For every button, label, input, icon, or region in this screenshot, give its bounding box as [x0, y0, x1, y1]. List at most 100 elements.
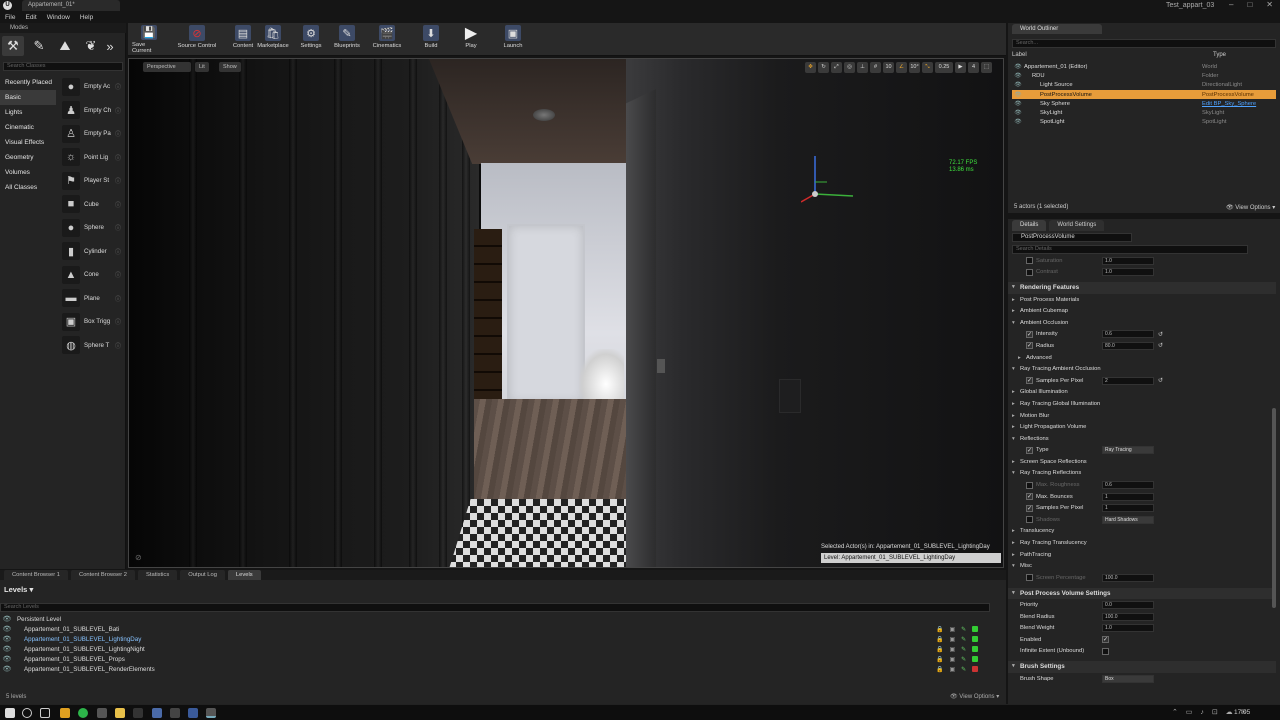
collapse-arrow-icon[interactable]: ▾ — [1012, 470, 1020, 476]
lit-button[interactable]: Lit — [195, 62, 209, 72]
eye-icon[interactable]: 👁 — [1012, 82, 1024, 88]
app-icon[interactable] — [133, 708, 143, 718]
tab-statistics[interactable]: Statistics — [138, 570, 178, 580]
level-row[interactable]: 👁 Appartement_01_SUBLEVEL_RenderElements 🔒… — [0, 664, 1006, 674]
expand-arrow-icon[interactable]: ▸ — [1012, 401, 1020, 407]
eye-icon[interactable]: 👁 — [1012, 92, 1024, 98]
lock-icon[interactable]: 🔒 — [936, 636, 943, 643]
levels-menu[interactable]: Levels ▾ — [4, 585, 33, 594]
property-value-input[interactable]: 2 — [1102, 376, 1154, 385]
content-button[interactable]: ▤ Content — [226, 25, 260, 54]
menu-help[interactable]: Help — [80, 12, 93, 23]
levels-view-options-button[interactable]: 👁 View Options ▾ — [950, 693, 999, 700]
property-checkbox[interactable] — [1102, 647, 1109, 655]
cinematics-button[interactable]: 🎬 Cinematics — [370, 25, 404, 54]
details-group[interactable]: ▸ Screen Space Reflections — [1008, 456, 1276, 468]
outliner-row[interactable]: 👁 Sky Sphere Edit BP_Sky_Sphere — [1012, 99, 1276, 108]
modes-tab[interactable]: Modes — [0, 23, 126, 33]
override-checkbox[interactable] — [1026, 268, 1033, 276]
marketplace-button[interactable]: 🛍 Marketplace — [256, 25, 290, 54]
details-group[interactable]: ▸ Global Illumination — [1008, 387, 1276, 399]
search-classes-input[interactable]: Search Classes — [3, 62, 123, 71]
search-icon[interactable] — [22, 708, 32, 718]
info-icon[interactable]: ⓘ — [115, 317, 121, 326]
override-checkbox[interactable]: ✓ — [1026, 377, 1033, 385]
save-icon[interactable]: ▣ — [949, 636, 955, 643]
surface-snap-icon[interactable]: ⊥ — [857, 62, 868, 73]
tab-content-browser-1[interactable]: Content Browser 1 — [4, 570, 69, 580]
property-value-input[interactable]: 1 — [1102, 492, 1154, 501]
unreal-logo-icon[interactable]: U — [3, 1, 12, 10]
more-modes-icon[interactable]: » — [106, 36, 114, 56]
property-value-input[interactable]: 1 — [1102, 504, 1154, 513]
level-color-swatch[interactable] — [972, 655, 979, 662]
level-row[interactable]: 👁 Persistent Level — [0, 614, 1006, 624]
column-label[interactable]: Label — [1012, 52, 1027, 61]
actor-type[interactable]: Edit BP_Sky_Sphere — [1202, 101, 1256, 107]
outliner-row[interactable]: 👁 SkyLight SkyLight — [1012, 108, 1276, 117]
level-color-swatch[interactable] — [972, 625, 979, 632]
expand-arrow-icon[interactable]: ▸ — [1012, 297, 1020, 303]
object-name-field[interactable]: PostProcessVolume — [1012, 233, 1132, 242]
expand-arrow-icon[interactable]: ▸ — [1018, 355, 1026, 361]
info-icon[interactable]: ⓘ — [115, 200, 121, 209]
details-category[interactable]: ▾ Brush Settings — [1008, 661, 1276, 673]
override-checkbox[interactable]: ✓ — [1026, 342, 1033, 350]
property-dropdown[interactable]: Hard Shadows — [1102, 515, 1154, 524]
info-icon[interactable]: ⓘ — [115, 153, 121, 162]
info-icon[interactable]: ⓘ — [115, 176, 121, 185]
collapse-arrow-icon[interactable]: ▾ — [1012, 366, 1020, 372]
expand-arrow-icon[interactable]: ▸ — [1012, 528, 1020, 534]
translate-icon[interactable]: ✥ — [805, 62, 816, 73]
details-property[interactable]: ✓ Max. Bounces 1 — [1008, 491, 1276, 503]
level-row[interactable]: 👁 Appartement_01_SUBLEVEL_Bati 🔒 ▣ ✎ — [0, 624, 1006, 634]
category-all-classes[interactable]: All Classes — [0, 180, 56, 195]
app-icon[interactable] — [97, 708, 107, 718]
place-item[interactable]: ◍ Sphere T ⓘ — [58, 334, 124, 358]
place-item[interactable]: ▣ Box Trigg ⓘ — [58, 310, 124, 334]
place-item[interactable]: ⚑ Player St ⓘ — [58, 169, 124, 193]
outliner-row[interactable]: 👁 Appartement_01 (Editor) World — [1012, 62, 1276, 71]
place-item[interactable]: ▲ Cone ⓘ — [58, 263, 124, 287]
expand-arrow-icon[interactable]: ▸ — [1012, 308, 1020, 314]
outliner-row[interactable]: 👁 SpotLight SpotLight — [1012, 118, 1276, 127]
eye-icon[interactable]: 👁 — [0, 635, 14, 643]
details-property[interactable]: Screen Percentage 100.0 — [1008, 572, 1276, 584]
override-checkbox[interactable]: ✓ — [1026, 330, 1033, 338]
paint-mode-icon[interactable]: ✎ — [28, 36, 50, 56]
details-group[interactable]: ▸ Ray Tracing Global Illumination — [1008, 398, 1276, 410]
task-view-icon[interactable] — [40, 708, 50, 718]
tab-details[interactable]: Details — [1012, 220, 1047, 231]
details-group[interactable]: ▸ PathTracing — [1008, 549, 1276, 561]
edit-icon[interactable]: ✎ — [961, 666, 966, 673]
details-category[interactable]: ▾ Post Process Volume Settings — [1008, 587, 1276, 600]
camera-speed-value[interactable]: 4 — [968, 62, 979, 73]
info-icon[interactable]: ⓘ — [115, 106, 121, 115]
expand-arrow-icon[interactable]: ▸ — [1012, 540, 1020, 546]
collapse-arrow-icon[interactable]: ▾ — [1012, 563, 1020, 569]
level-tab[interactable]: Appartement_01* — [22, 0, 120, 11]
search-details-input[interactable]: Search Details — [1012, 245, 1248, 254]
outliner-search-input[interactable]: Search... — [1012, 39, 1276, 48]
foliage-mode-icon[interactable]: ❦ — [80, 36, 102, 56]
tab-levels[interactable]: Levels — [227, 570, 261, 580]
level-row[interactable]: 👁 Appartement_01_SUBLEVEL_LightingNight 🔒 ▣… — [0, 644, 1006, 654]
details-property[interactable]: ✓ Radius 80.0 ↺ — [1008, 340, 1276, 352]
info-icon[interactable]: ⓘ — [115, 129, 121, 138]
place-item[interactable]: ☼ Point Lig ⓘ — [58, 146, 124, 170]
details-property[interactable]: Blend Weight 1.0 — [1008, 622, 1276, 634]
save-icon[interactable]: ▣ — [949, 666, 955, 673]
outliner-row[interactable]: 👁 RDU Folder — [1012, 71, 1276, 80]
override-checkbox[interactable] — [1026, 257, 1033, 265]
info-icon[interactable]: ⓘ — [115, 341, 121, 350]
play-button[interactable]: ▶ Play — [454, 25, 488, 54]
place-item[interactable]: ♟ Empty Ch ⓘ — [58, 99, 124, 123]
details-property[interactable]: ✓ Samples Per Pixel 1 — [1008, 502, 1276, 514]
source-control-button[interactable]: ⊘ Source Control — [172, 25, 222, 54]
override-checkbox[interactable] — [1026, 481, 1033, 489]
edit-icon[interactable]: ✎ — [961, 656, 966, 663]
outliner-row[interactable]: 👁 PostProcessVolume PostProcessVolume — [1012, 89, 1276, 100]
details-property[interactable]: Brush Shape Box — [1008, 673, 1276, 685]
expand-arrow-icon[interactable]: ▸ — [1012, 424, 1020, 430]
category-recently-placed[interactable]: Recently Placed — [0, 75, 56, 90]
